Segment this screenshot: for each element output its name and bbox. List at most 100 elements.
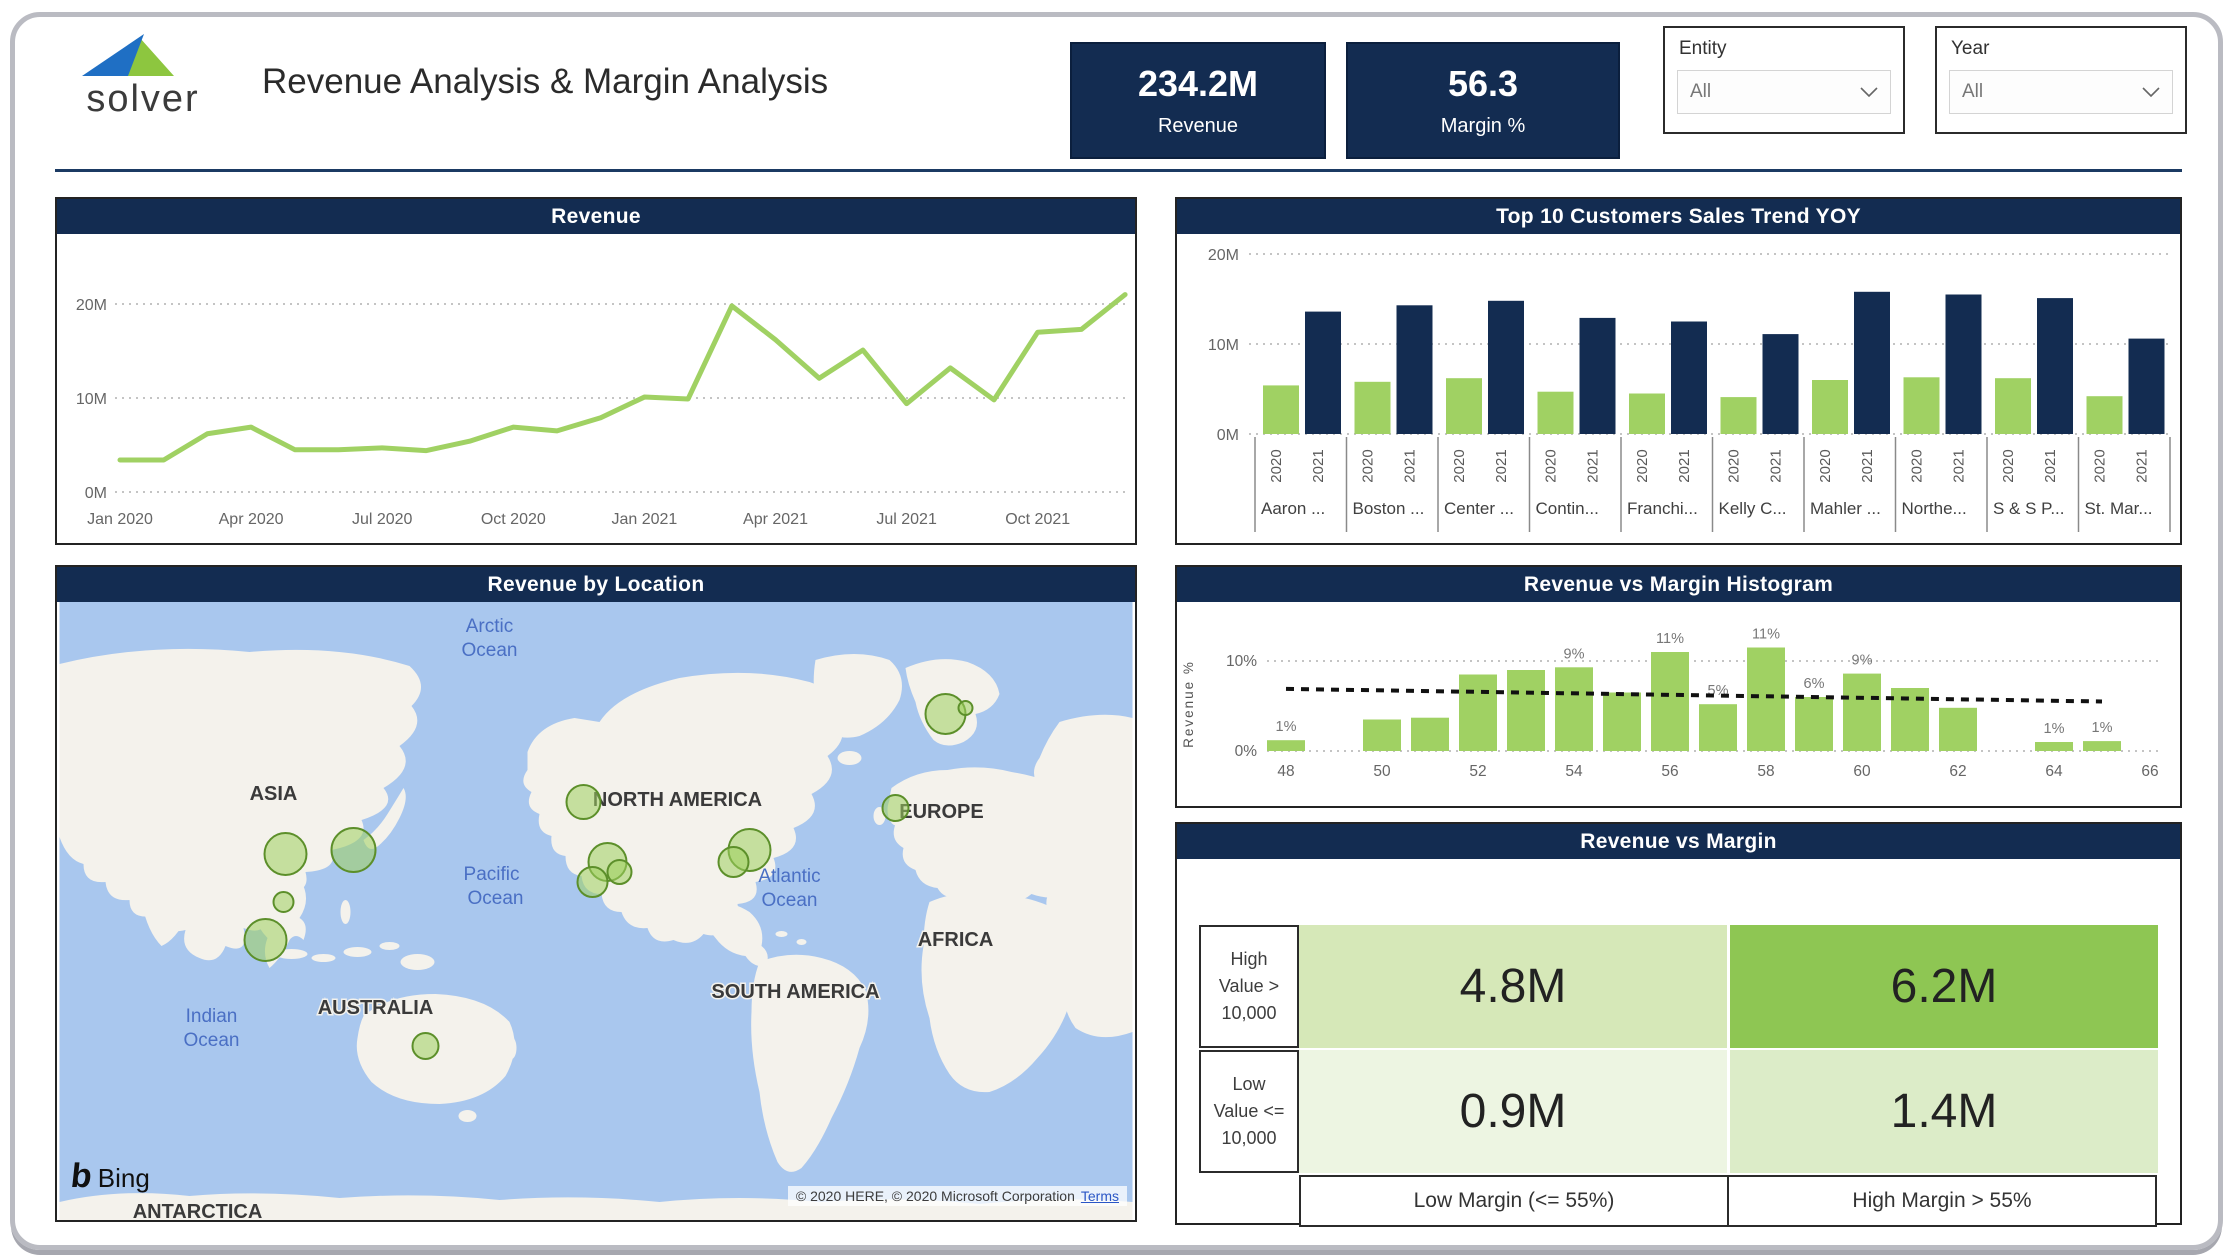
bar-2020[interactable] [1721,397,1757,434]
customer-label: Aaron ... [1261,499,1325,518]
map-ocean-label: Ocean [762,890,818,911]
bar-2021[interactable] [1397,305,1433,434]
histogram-bar[interactable] [1411,718,1449,751]
map-bubble-malay-peninsula[interactable] [245,919,287,961]
customer-label: S & S P... [1993,499,2065,518]
matrix-col-header-low-margin[interactable]: Low Margin (<= 55%) [1299,1175,1729,1227]
bar-data-label: 9% [1852,653,1873,669]
map-bubble-us-northwest[interactable] [567,785,601,819]
chevron-down-icon [2142,87,2160,97]
customer-label: St. Mar... [2085,499,2153,518]
histogram-bar[interactable] [1843,674,1881,751]
histogram-bar[interactable] [1459,675,1497,752]
bar-2021[interactable] [1671,322,1707,435]
x-tick-label: 56 [1661,763,1678,780]
bar-2020[interactable] [1446,378,1482,434]
histogram-bar[interactable] [1363,720,1401,752]
year-label: 2020 [1268,449,1285,482]
top-customers-chart[interactable]: 0M10M20M20202021Aaron ...20202021Boston … [1177,234,2180,545]
map-ocean-label: Indian [186,1006,238,1027]
map-bubble-us-southwest[interactable] [578,867,608,897]
map-bubble-us-west-inland[interactable] [608,860,632,884]
y-tick-label: 20M [1208,247,1239,264]
bar-2020[interactable] [1904,377,1940,434]
bing-logo[interactable]: b Bing [71,1157,150,1196]
bar-2020[interactable] [1995,378,2031,434]
histogram-bar[interactable] [1555,667,1593,751]
x-tick-label: 58 [1757,763,1774,780]
customer-label: Kelly C... [1719,499,1787,518]
matrix-cell-low-low[interactable]: 0.9M [1299,1050,1727,1173]
histogram-bar[interactable] [1699,704,1737,751]
bar-2020[interactable] [1263,385,1299,434]
histogram-panel: Revenue vs Margin Histogram 10%0%Revenue… [1175,565,2182,808]
map-bubble-japan[interactable] [332,828,376,872]
map-bubble-scandinavia-2[interactable] [959,701,973,715]
year-filter-dropdown[interactable]: All [1949,70,2173,114]
matrix-col-header-high-margin[interactable]: High Margin > 55% [1727,1175,2157,1227]
map-bubble-us-east[interactable] [719,847,749,877]
matrix-cell-low-high[interactable]: 1.4M [1730,1050,2158,1173]
revenue-margin-histogram-chart[interactable]: 10%0%Revenue %1%9%11%5%11%6%9%1%1%485052… [1177,602,2180,806]
bar-2020[interactable] [1355,382,1391,434]
bar-2021[interactable] [1854,292,1890,434]
map-continent-label: ANTARCTICA [133,1201,263,1220]
map-bubble-southeast-asia[interactable] [274,892,294,912]
x-tick-label: Apr 2020 [219,511,284,528]
matrix-row-header-low-value[interactable]: Low Value <= 10,000 [1199,1050,1299,1173]
x-tick-label: 66 [2141,763,2158,780]
histogram-bar[interactable] [1939,708,1977,751]
map-bubble-australia-east[interactable] [413,1033,439,1059]
chevron-down-icon [1860,87,1878,97]
year-filter: Year All [1935,26,2187,134]
bar-2020[interactable] [1812,380,1848,434]
y-tick-label: 10% [1226,653,1257,670]
year-label: 2020 [1909,449,1926,482]
bar-2021[interactable] [2037,298,2073,434]
revenue-trend-chart[interactable]: 0M10M20MJan 2020Apr 2020Jul 2020Oct 2020… [57,234,1135,545]
customer-label: Northe... [1902,499,1967,518]
year-label: 2020 [1543,449,1560,482]
map-continent-label: EUROPE [899,801,983,823]
bar-data-label: 1% [1276,719,1297,735]
histogram-bar[interactable] [1267,740,1305,751]
matrix-row-header-high-value[interactable]: High Value > 10,000 [1199,925,1299,1048]
year-label: 2021 [2134,449,2151,482]
histogram-bar[interactable] [1507,670,1545,751]
revenue-vs-margin-panel-title: Revenue vs Margin [1177,824,2180,859]
map-bubble-scandinavia[interactable] [926,694,966,734]
bar-2020[interactable] [2087,396,2123,434]
map-ocean-label: Ocean [184,1030,240,1051]
bar-2021[interactable] [1580,318,1616,434]
bar-2021[interactable] [2129,339,2165,434]
kpi-revenue-label: Revenue [1158,115,1238,138]
bar-data-label: 11% [1752,627,1780,643]
bar-2021[interactable] [1946,295,1982,435]
x-tick-label: 64 [2045,763,2063,780]
histogram-bar[interactable] [1747,648,1785,752]
world-map[interactable]: ArcticOceanPacificOceanAtlanticOceanIndi… [57,602,1135,1220]
bar-2020[interactable] [1629,394,1665,435]
map-bubble-united-kingdom[interactable] [883,795,909,821]
year-label: 2020 [1360,449,1377,482]
matrix-cell-high-low[interactable]: 4.8M [1299,925,1727,1048]
histogram-bar[interactable] [1651,652,1689,751]
bar-data-label: 11% [1656,631,1684,647]
histogram-bar[interactable] [2083,741,2121,751]
bar-2021[interactable] [1305,312,1341,434]
revenue-line-series[interactable] [120,295,1125,460]
bar-2021[interactable] [1763,334,1799,434]
bar-2020[interactable] [1538,392,1574,434]
entity-filter-dropdown[interactable]: All [1677,70,1891,114]
map-bubble-east-asia[interactable] [265,833,307,875]
histogram-bar[interactable] [1603,693,1641,752]
map-canvas[interactable]: ArcticOceanPacificOceanAtlanticOceanIndi… [57,602,1135,1220]
y-tick-label: 0M [1217,427,1239,444]
histogram-bar[interactable] [2035,742,2073,751]
matrix-cell-high-high[interactable]: 6.2M [1730,925,2158,1048]
histogram-bar[interactable] [1795,697,1833,751]
year-label: 2021 [1310,449,1327,482]
map-terms-link[interactable]: Terms [1081,1188,1119,1204]
bing-logo-text: Bing [98,1163,150,1194]
bar-2021[interactable] [1488,301,1524,434]
